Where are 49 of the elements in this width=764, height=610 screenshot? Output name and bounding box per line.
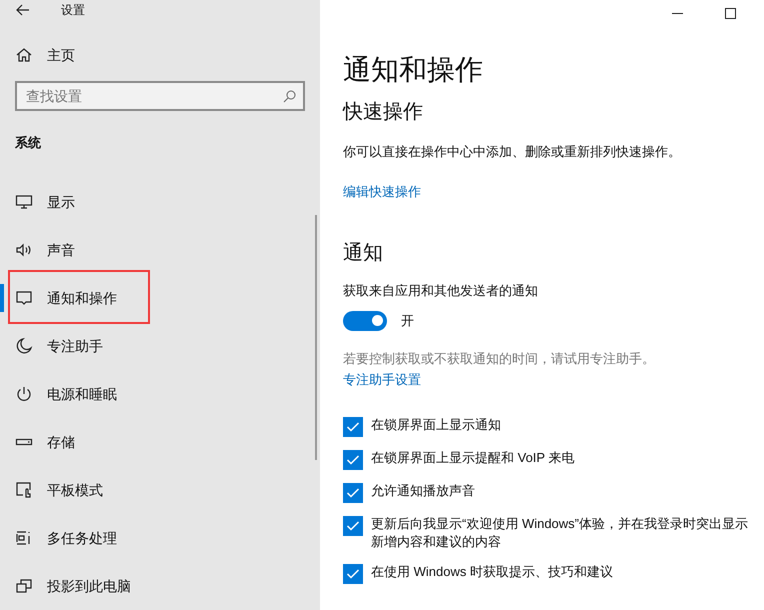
maximize-icon[interactable] [725, 8, 736, 19]
search-icon [283, 90, 296, 102]
checkmark-icon [346, 518, 360, 532]
nav-item[interactable]: 投影到此电脑 [0, 562, 320, 610]
hint-text: 若要控制获取或不获取通知的时间，请试用专注助手。 [343, 350, 656, 368]
selection-indicator [0, 284, 4, 312]
checkbox-label: 在锁屏界面上显示提醒和 VoIP 来电 [371, 448, 574, 466]
search-field[interactable]: 查找设置 [15, 80, 305, 110]
section-heading: 快速操作 [343, 100, 424, 125]
toggle-switch[interactable] [343, 310, 387, 330]
toggle-state-text: 开 [401, 312, 414, 330]
nav-item[interactable]: 存储 [0, 418, 320, 466]
checkmark-icon [346, 566, 360, 580]
checkbox[interactable] [343, 416, 363, 436]
toggle-label: 获取来自应用和其他发送者的通知 [343, 282, 539, 300]
nav-item[interactable]: 多任务处理 [0, 514, 320, 562]
description-text: 你可以直接在操作中心中添加、删除或重新排列快速操作。 [343, 143, 682, 161]
checkbox[interactable] [343, 564, 363, 584]
nav-item[interactable]: 专注助手 [0, 322, 320, 370]
speaker-icon [15, 241, 33, 259]
page-title: 通知和操作 [343, 53, 484, 87]
projector-icon [15, 577, 33, 595]
focus-assist-link[interactable]: 专注助手设置 [343, 370, 421, 390]
checkmark-icon [346, 452, 360, 466]
home-icon [16, 47, 32, 63]
checkbox-label: 允许通知播放声音 [371, 482, 475, 500]
home-link[interactable]: 主页 [47, 44, 75, 66]
nav-item[interactable]: 显示 [0, 178, 320, 226]
nav-item[interactable]: 声音 [0, 226, 320, 274]
nav-item[interactable]: 平板模式 [0, 466, 320, 514]
checkbox-label: 更新后向我显示“欢迎使用 Windows”体验，并在我登录时突出显示新增内容和建议的内容 [371, 514, 750, 550]
moon-icon [15, 337, 33, 355]
power-icon [15, 385, 33, 403]
checkbox[interactable] [343, 450, 363, 470]
checkbox-label: 在锁屏界面上显示通知 [371, 416, 501, 434]
checkbox[interactable] [343, 516, 363, 536]
message-icon [15, 289, 33, 307]
checkmark-icon [346, 486, 360, 500]
nav-item[interactable]: 电源和睡眠 [0, 370, 320, 418]
section-heading: 系统 [15, 134, 42, 152]
monitor-icon [15, 193, 33, 211]
checkbox[interactable] [343, 482, 363, 502]
edit-quick-actions-link[interactable]: 编辑快速操作 [343, 182, 421, 201]
checkmark-icon [346, 420, 360, 434]
window-title: 设置 [61, 2, 85, 19]
back-arrow-icon[interactable] [16, 4, 30, 16]
checkbox-label: 在使用 Windows 时获取提示、技巧和建议 [371, 562, 613, 580]
section-heading: 通知 [343, 241, 384, 266]
tablet-icon [15, 481, 33, 499]
